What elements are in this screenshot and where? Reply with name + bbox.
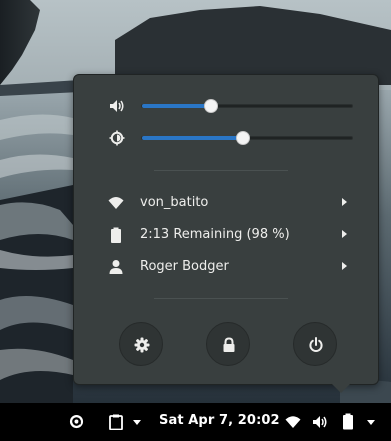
brightness-slider[interactable] <box>141 131 353 145</box>
separator <box>154 298 288 299</box>
clock[interactable]: Sat Apr 7, 20:02 <box>159 413 280 428</box>
volume-slider-row <box>74 96 378 116</box>
brightness-slider-handle[interactable] <box>235 131 250 145</box>
battery-status-text: 2:13 Remaining (98 %) <box>140 227 290 242</box>
separator <box>154 170 288 171</box>
user-icon <box>109 260 123 274</box>
volume-icon <box>110 100 124 112</box>
brightness-slider-fill <box>142 136 243 140</box>
chevron-right-icon <box>342 230 347 238</box>
volume-slider[interactable] <box>141 99 353 113</box>
panel-bar: Sat Apr 7, 20:02 <box>0 403 391 441</box>
settings-button[interactable] <box>119 322 163 366</box>
at-sign-icon[interactable] <box>69 414 84 429</box>
system-menu: von_batito 2:13 Remaining (98 %) Roger B… <box>73 74 379 385</box>
lock-icon <box>223 337 235 352</box>
menu-item-user[interactable]: Roger Bodger <box>74 252 378 282</box>
volume-slider-handle[interactable] <box>204 99 219 113</box>
settings-icon <box>134 337 150 353</box>
battery-icon <box>111 227 121 243</box>
wifi-icon <box>108 197 124 209</box>
lock-button[interactable] <box>206 322 250 366</box>
power-button[interactable] <box>293 322 337 366</box>
user-name: Roger Bodger <box>140 259 229 274</box>
menu-item-wifi[interactable]: von_batito <box>74 188 378 218</box>
volume-slider-fill <box>142 104 212 108</box>
menu-item-battery[interactable]: 2:13 Remaining (98 %) <box>74 220 378 250</box>
clipboard-dropdown-caret[interactable] <box>133 420 141 425</box>
clipboard-icon[interactable] <box>109 414 123 430</box>
volume-icon[interactable] <box>312 414 328 430</box>
menu-pointer <box>331 383 351 393</box>
chevron-right-icon <box>342 198 347 206</box>
brightness-slider-row <box>74 128 378 148</box>
chevron-right-icon <box>342 262 347 270</box>
wifi-icon[interactable] <box>285 415 301 429</box>
power-icon <box>309 337 323 352</box>
battery-icon[interactable] <box>342 413 354 430</box>
system-menu-dropdown-caret[interactable] <box>367 420 375 425</box>
wifi-network-name: von_batito <box>140 195 209 210</box>
brightness-icon <box>109 130 125 146</box>
